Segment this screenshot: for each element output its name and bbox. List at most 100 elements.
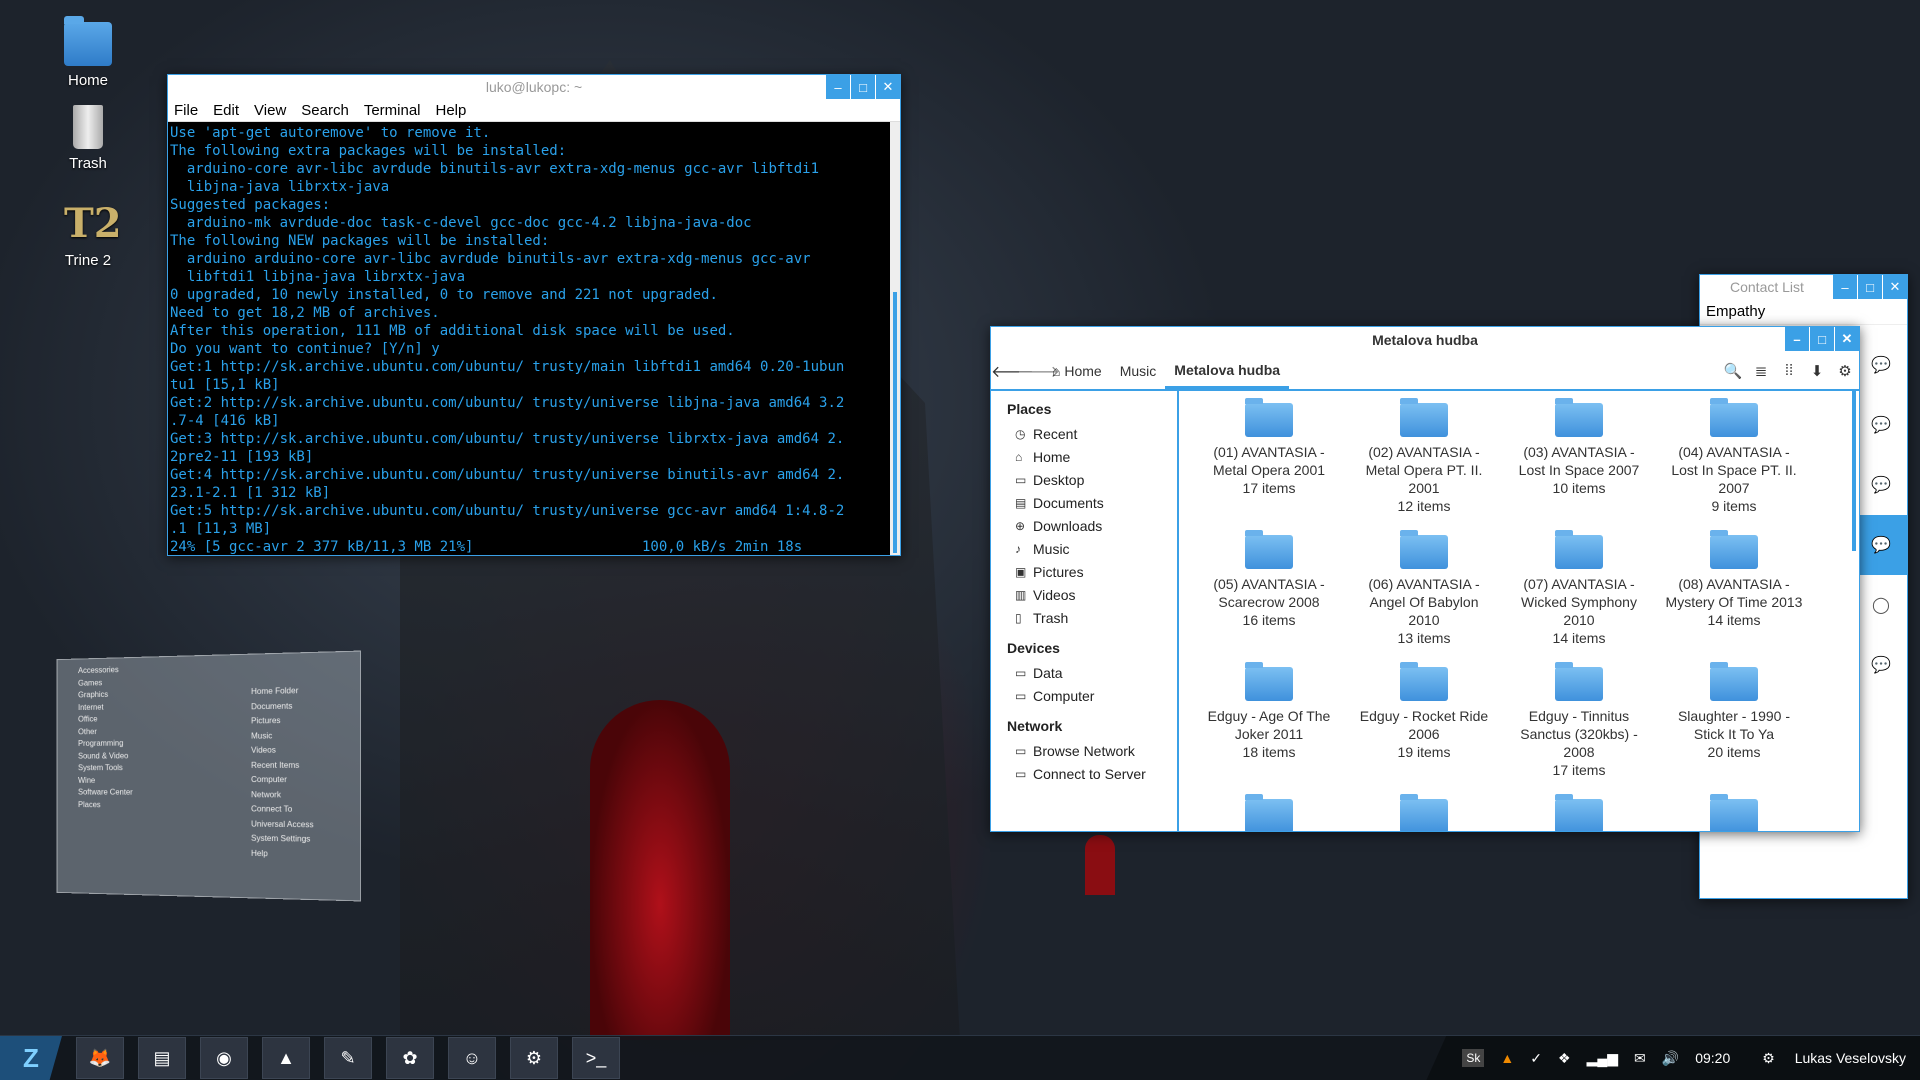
maximize-button[interactable]: □ xyxy=(1858,275,1882,299)
list-view-icon[interactable]: ≣ xyxy=(1747,362,1775,380)
file-manager-icon[interactable]: ▤ xyxy=(138,1037,186,1079)
folder-item[interactable] xyxy=(1509,787,1649,831)
search-icon[interactable]: 🔍 xyxy=(1719,362,1747,380)
folder-item[interactable]: Slaughter - 1990 - Stick It To Ya 20 item… xyxy=(1664,655,1804,761)
scrollbar-thumb[interactable] xyxy=(893,292,897,553)
file-manager-window[interactable]: Metalova hudba – □ ✕ 🡐 🡒 ⌂ Home Music Me… xyxy=(990,326,1860,832)
folder-item[interactable]: Edguy - Tinnitus Sanctus (320kbs) - 2008… xyxy=(1509,655,1649,779)
folder-item[interactable] xyxy=(1354,787,1494,831)
terminal-scrollbar[interactable] xyxy=(890,122,900,555)
sidebar-item-connect-to-server[interactable]: ▭ Connect to Server xyxy=(991,763,1177,786)
menu-place: Connect To xyxy=(241,802,314,817)
contact-list-titlebar[interactable]: Contact List – □ ✕ xyxy=(1700,275,1907,299)
volume-icon[interactable]: 🔊 xyxy=(1662,1050,1679,1067)
folder-item[interactable]: Edguy - Rocket Ride 2006 19 items xyxy=(1354,655,1494,761)
terminal-output[interactable]: Use 'apt-get autoremove' to remove it. Th… xyxy=(168,122,890,555)
search-chat-icon[interactable]: ◯ xyxy=(1855,575,1907,635)
vlc-tray-icon[interactable]: ▲ xyxy=(1500,1050,1514,1066)
menu-place: Music xyxy=(241,728,314,743)
chat-bubble-icon[interactable]: 💬 xyxy=(1855,455,1907,515)
folder-item[interactable]: (02) AVANTASIA - Metal Opera PT. II. 200… xyxy=(1354,391,1494,515)
folder-item[interactable]: (03) AVANTASIA - Lost In Space 2007 10 it… xyxy=(1509,391,1649,497)
breadcrumb-music[interactable]: Music xyxy=(1111,353,1166,389)
menu-edit[interactable]: Edit xyxy=(213,102,239,119)
desktop-icon-home[interactable]: Home xyxy=(50,22,126,89)
vlc-icon[interactable]: ▲ xyxy=(262,1037,310,1079)
keyboard-layout[interactable]: Sk xyxy=(1462,1049,1484,1067)
dropbox-icon[interactable]: ❖ xyxy=(1558,1050,1571,1067)
chat-bubble-icon[interactable]: 💬 xyxy=(1855,395,1907,455)
chat-icon[interactable]: ☺ xyxy=(448,1037,496,1079)
folder-item[interactable] xyxy=(1199,787,1339,831)
firefox-icon[interactable]: 🦊 xyxy=(76,1037,124,1079)
folder-item[interactable]: (05) AVANTASIA - Scarecrow 2008 16 items xyxy=(1199,523,1339,629)
breadcrumb-home[interactable]: ⌂ Home xyxy=(1043,353,1111,389)
folder-item[interactable]: (08) AVANTASIA - Mystery Of Time 2013 14 … xyxy=(1664,523,1804,629)
grid-view-icon[interactable]: ⁞⁞ xyxy=(1775,362,1803,380)
sidebar-item-downloads[interactable]: ⊕ Downloads xyxy=(991,515,1177,538)
folder-item[interactable]: (01) AVANTASIA - Metal Opera 2001 17 item… xyxy=(1199,391,1339,497)
terminal-line: arduino arduino-core avr-libc avrdude bi… xyxy=(170,250,890,268)
file-manager-titlebar[interactable]: Metalova hudba – □ ✕ xyxy=(991,327,1859,353)
desktop-icon-label: Trash xyxy=(50,155,126,172)
sidebar-item-pictures[interactable]: ▣ Pictures xyxy=(991,561,1177,584)
maximize-button[interactable]: □ xyxy=(851,75,875,99)
forward-arrow-icon[interactable]: 🡒 xyxy=(1017,361,1043,382)
desktop-icon-trash[interactable]: Trash xyxy=(50,105,126,172)
sidebar-item-browse-network[interactable]: ▭ Browse Network xyxy=(991,740,1177,763)
sort-down-icon[interactable]: ⬇ xyxy=(1803,362,1831,380)
desktop-icon-trine2[interactable]: T2 Trine 2 xyxy=(50,202,126,269)
sidebar-item-home[interactable]: ⌂ Home xyxy=(991,446,1177,469)
sidebar-item-computer[interactable]: ▭ Computer xyxy=(991,685,1177,708)
menu-view[interactable]: View xyxy=(254,102,286,119)
folder-count: 17 items xyxy=(1199,479,1339,497)
chat-bubble-icon[interactable]: 💬 xyxy=(1855,335,1907,395)
folder-item[interactable] xyxy=(1664,787,1804,831)
sidebar-item-documents[interactable]: ▤ Documents xyxy=(991,492,1177,515)
gear-icon[interactable]: ⚙ xyxy=(1831,362,1859,380)
menu-terminal[interactable]: Terminal xyxy=(364,102,421,119)
zorin-menu-icon[interactable]: Z xyxy=(0,1036,62,1080)
chat-bubble-icon[interactable]: 💬 xyxy=(1855,515,1907,575)
menu-file[interactable]: File xyxy=(174,102,198,119)
mail-icon[interactable]: ✉ xyxy=(1634,1050,1646,1067)
terminal-titlebar[interactable]: luko@lukopc: ~ – □ ✕ xyxy=(168,75,900,99)
maximize-button[interactable]: □ xyxy=(1810,327,1834,351)
folder-item[interactable]: (06) AVANTASIA - Angel Of Babylon 2010 13… xyxy=(1354,523,1494,647)
close-button[interactable]: ✕ xyxy=(876,75,900,99)
sidebar-item-label: Music xyxy=(1033,541,1070,557)
folder-item[interactable]: (04) AVANTASIA - Lost In Space PT. II. 2… xyxy=(1664,391,1804,515)
breadcrumb-current[interactable]: Metalova hudba xyxy=(1165,353,1289,389)
sidebar-item-data[interactable]: ▭ Data xyxy=(991,662,1177,685)
clipboard-icon[interactable]: ✓ xyxy=(1530,1050,1542,1067)
file-scrollbar[interactable] xyxy=(1849,391,1859,831)
text-editor-icon[interactable]: ✎ xyxy=(324,1037,372,1079)
sidebar-item-trash[interactable]: ▯ Trash xyxy=(991,607,1177,630)
folder-item[interactable]: Edguy - Age Of The Joker 2011 18 items xyxy=(1199,655,1339,761)
clock[interactable]: 09:20 xyxy=(1695,1050,1730,1066)
minimize-button[interactable]: – xyxy=(1833,275,1857,299)
sidebar-item-music[interactable]: ♪ Music xyxy=(991,538,1177,561)
minimize-button[interactable]: – xyxy=(826,75,850,99)
minimize-button[interactable]: – xyxy=(1785,327,1809,351)
scrollbar-thumb[interactable] xyxy=(1852,391,1856,551)
software-center-icon[interactable]: ✿ xyxy=(386,1037,434,1079)
terminal-line: 0 upgraded, 10 newly installed, 0 to rem… xyxy=(170,286,890,304)
terminal-icon[interactable]: >_ xyxy=(572,1037,620,1079)
folder-item[interactable]: (07) AVANTASIA - Wicked Symphony 2010 14 … xyxy=(1509,523,1649,647)
sidebar-item-videos[interactable]: ▥ Videos xyxy=(991,584,1177,607)
speaker-icon[interactable]: ◉ xyxy=(200,1037,248,1079)
menu-help[interactable]: Help xyxy=(436,102,467,119)
terminal-line: .1 [11,3 MB] xyxy=(170,520,890,538)
menu-search[interactable]: Search xyxy=(301,102,349,119)
sidebar-item-desktop[interactable]: ▭ Desktop xyxy=(991,469,1177,492)
steam-icon[interactable]: ⚙ xyxy=(510,1037,558,1079)
close-button[interactable]: ✕ xyxy=(1835,327,1859,351)
network-signal-icon[interactable]: ▂▄▆ xyxy=(1587,1050,1618,1067)
close-button[interactable]: ✕ xyxy=(1883,275,1907,299)
back-arrow-icon[interactable]: 🡐 xyxy=(991,361,1017,382)
terminal-window[interactable]: luko@lukopc: ~ – □ ✕ File Edit View Sear… xyxy=(167,74,901,556)
user-menu[interactable]: ⚙ Lukas Veselovsky xyxy=(1746,1050,1906,1067)
chat-bubble-icon[interactable]: 💬 xyxy=(1855,635,1907,695)
sidebar-item-recent[interactable]: ◷ Recent xyxy=(991,423,1177,446)
